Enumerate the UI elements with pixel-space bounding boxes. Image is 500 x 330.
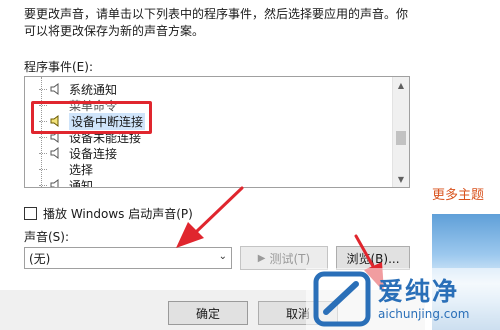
browse-button[interactable]: 浏览(B)... (336, 246, 410, 270)
event-item[interactable]: 设备连接 (39, 145, 117, 161)
event-label: 选择 (69, 162, 94, 177)
event-item[interactable]: 系统通知 (39, 81, 117, 97)
browse-button-label: 浏览(B)... (346, 251, 400, 266)
sound-select[interactable]: (无) ⌄ (24, 247, 232, 269)
startup-sound-label: 播放 Windows 启动声音(P) (43, 207, 193, 221)
event-label: 设备连接 (69, 146, 118, 161)
event-label: 系统通知 (69, 82, 118, 97)
speaker-icon (49, 178, 63, 187)
sound-label: 声音(S): (24, 230, 70, 244)
scroll-up-icon[interactable]: ▲ (393, 77, 409, 93)
play-icon: ▶ (257, 252, 266, 264)
speaker-icon (49, 146, 63, 160)
dialog-description: 要更改声音，请单击以下列表中的程序事件，然后选择要应用的声音。你可以将更改保存为… (24, 7, 409, 38)
scroll-down-icon[interactable]: ▼ (393, 171, 409, 187)
startup-sound-checkbox[interactable] (24, 207, 37, 220)
event-item[interactable]: 通知 (39, 177, 94, 188)
more-themes-link[interactable]: 更多主题 (432, 184, 484, 203)
ok-button[interactable]: 确定 (168, 301, 248, 325)
speaker-icon (49, 82, 63, 96)
event-item[interactable]: 选择 (39, 161, 93, 177)
annotation-highlight-box (31, 101, 152, 134)
test-button-label: 测试(T) (269, 251, 311, 266)
program-events-label: 程序事件(E): (24, 60, 93, 74)
sound-select-value: (无) (29, 251, 51, 266)
watermark-chinese-text: 爱纯净 (378, 277, 460, 306)
scrollbar-thumb[interactable] (396, 131, 406, 145)
events-scrollbar[interactable]: ▲ ▼ (392, 77, 409, 187)
chevron-down-icon: ⌄ (218, 251, 227, 262)
event-label: 通知 (69, 178, 94, 188)
startup-sound-option[interactable]: 播放 Windows 启动声音(P) (24, 205, 193, 222)
ok-button-label: 确定 (195, 306, 220, 321)
test-button[interactable]: ▶ 测试(T) (240, 246, 328, 270)
site-watermark: 爱纯净 aichunjing.com (306, 268, 500, 330)
watermark-domain-text: aichunjing.com (378, 307, 470, 321)
watermark-logo-icon (313, 271, 371, 327)
